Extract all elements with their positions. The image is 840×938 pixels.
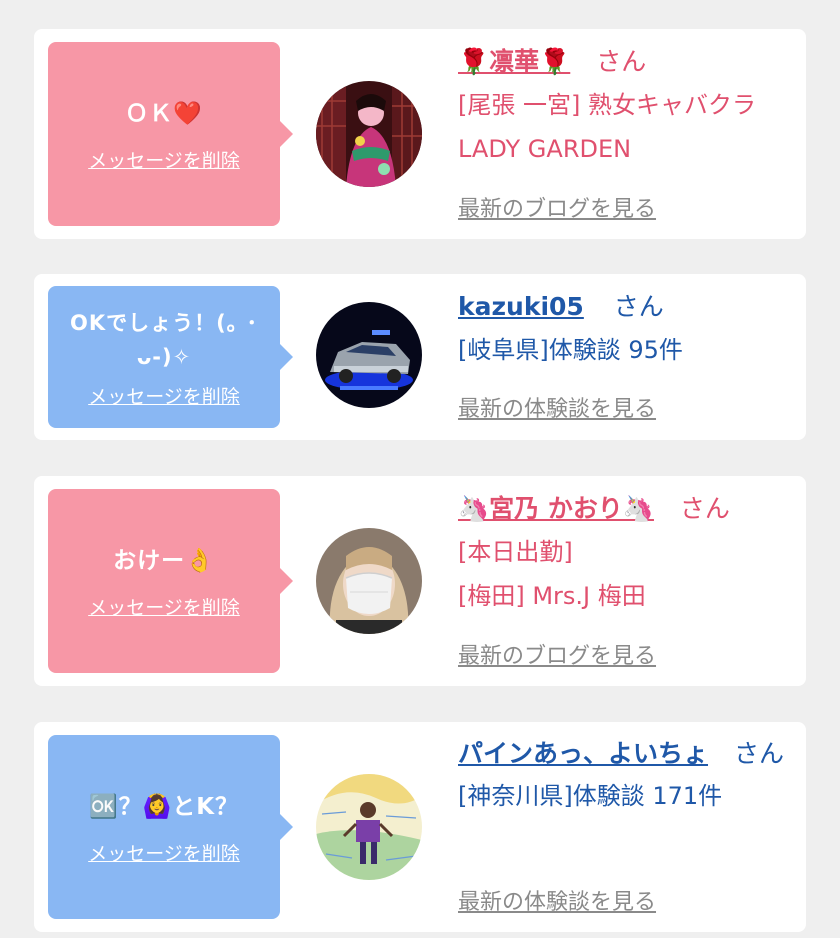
attendance-status: [本日出勤] [458, 538, 573, 566]
honorific: さん [733, 739, 784, 768]
user-info: パインあっ、よいちょ さん [神奈川県]体験談 171件 最新の体験談を見る [458, 734, 798, 915]
honorific: さん [613, 292, 664, 321]
message-card: OKでしょう！(｡ ･ᴗ-)✧ メッセージを削除 kazuki05 さん [岐阜… [34, 274, 806, 440]
review-count: [神奈川県]体験談 171件 [458, 782, 723, 810]
message-card: ＯＫ❤️ メッセージを削除 🌹凛華🌹 さん [尾張 一宮] 熟女キャバクラ LA… [34, 29, 806, 239]
delete-message-link[interactable]: メッセージを削除 [88, 593, 240, 620]
name-line: 🦄宮乃 かおり🦄 さん [458, 488, 798, 530]
avatar[interactable] [316, 302, 422, 408]
message-text: 🆗？🙆‍♀️とK？ [88, 793, 240, 820]
honorific: さん [679, 494, 730, 523]
message-text: OKでしょう！(｡ ･ᴗ-)✧ [69, 310, 259, 369]
avatar-photo-car-icon [316, 302, 422, 408]
avatar-photo-woman-mask-icon [316, 528, 422, 634]
name-line: パインあっ、よいちょ さん [458, 734, 798, 774]
message-text: おけー👌 [113, 547, 215, 574]
view-latest-blog-link[interactable]: 最新のブログを見る [458, 191, 656, 223]
user-info: 🦄宮乃 かおり🦄 さん [本日出勤] [梅田] Mrs.J 梅田 最新のブログを… [458, 488, 798, 669]
shop-info: [尾張 一宮] 熟女キャバクラ LADY GARDEN [458, 91, 756, 163]
message-bubble: ＯＫ❤️ メッセージを削除 [48, 42, 293, 226]
message-card: 🆗？🙆‍♀️とK？ メッセージを削除 パイン [34, 722, 806, 932]
avatar[interactable] [316, 528, 422, 634]
honorific: さん [596, 47, 647, 76]
avatar[interactable] [316, 774, 422, 880]
shop-info: [梅田] Mrs.J 梅田 [458, 582, 646, 610]
user-name-link[interactable]: kazuki05 [458, 292, 584, 321]
user-info: 🌹凛華🌹 さん [尾張 一宮] 熟女キャバクラ LADY GARDEN 最新のブ… [458, 41, 798, 222]
name-line: kazuki05 さん [458, 286, 798, 328]
user-name-link[interactable]: パインあっ、よいちょ [458, 739, 708, 768]
avatar-photo-woman-kimono-icon [316, 81, 422, 187]
view-latest-review-link[interactable]: 最新の体験談を見る [458, 884, 656, 916]
message-bubble: 🆗？🙆‍♀️とK？ メッセージを削除 [48, 735, 293, 919]
user-name-link[interactable]: 🦄宮乃 かおり🦄 [458, 494, 654, 523]
delete-message-link[interactable]: メッセージを削除 [88, 146, 240, 173]
message-bubble: おけー👌 メッセージを削除 [48, 489, 293, 673]
message-text: ＯＫ❤️ [125, 100, 203, 127]
name-line: 🌹凛華🌹 さん [458, 41, 798, 83]
avatar-drawing-person-icon [316, 774, 422, 880]
user-info: kazuki05 さん [岐阜県]体験談 95件 最新の体験談を見る [458, 286, 798, 422]
message-list: ＯＫ❤️ メッセージを削除 🌹凛華🌹 さん [尾張 一宮] 熟女キャバクラ LA… [0, 0, 840, 938]
view-latest-blog-link[interactable]: 最新のブログを見る [458, 638, 656, 670]
delete-message-link[interactable]: メッセージを削除 [88, 382, 240, 409]
avatar[interactable] [316, 81, 422, 187]
message-card: おけー👌 メッセージを削除 🦄宮乃 かおり🦄 さん [本日出勤] [梅田] Mr… [34, 476, 806, 686]
view-latest-review-link[interactable]: 最新の体験談を見る [458, 391, 656, 423]
message-bubble: OKでしょう！(｡ ･ᴗ-)✧ メッセージを削除 [48, 286, 293, 428]
user-name-link[interactable]: 🌹凛華🌹 [458, 47, 570, 76]
review-count: [岐阜県]体験談 95件 [458, 336, 683, 364]
delete-message-link[interactable]: メッセージを削除 [88, 839, 240, 866]
